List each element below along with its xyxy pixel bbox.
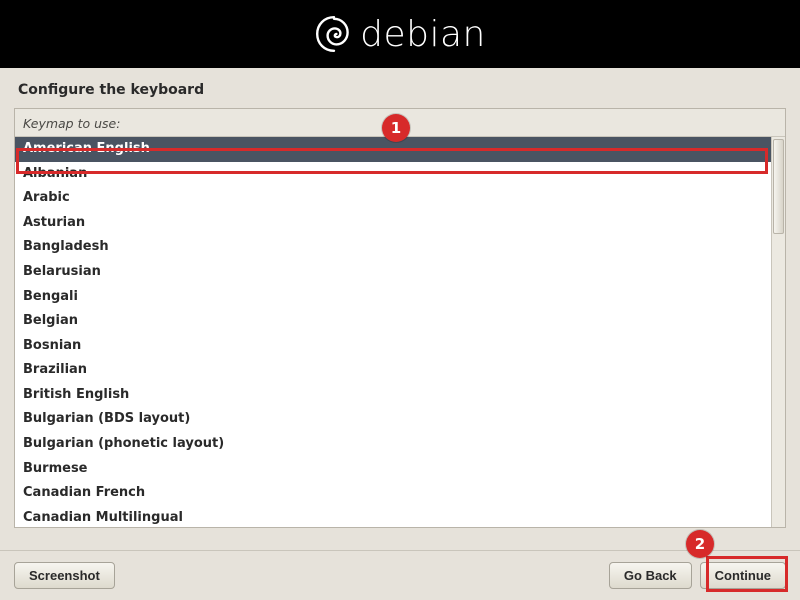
list-item[interactable]: Bengali xyxy=(15,284,771,309)
keymap-list-container: American EnglishAlbanianArabicAsturianBa… xyxy=(15,136,785,527)
list-item[interactable]: Canadian French xyxy=(15,481,771,506)
list-item[interactable]: Albanian xyxy=(15,162,771,187)
scroll-thumb[interactable] xyxy=(773,139,784,234)
list-item[interactable]: British English xyxy=(15,383,771,408)
page-title: Configure the keyboard xyxy=(0,68,800,108)
list-item[interactable]: Bulgarian (phonetic layout) xyxy=(15,432,771,457)
list-item[interactable]: Brazilian xyxy=(15,358,771,383)
continue-button[interactable]: Continue xyxy=(700,562,786,589)
list-item[interactable]: Canadian Multilingual xyxy=(15,505,771,527)
brand-text: debian xyxy=(360,14,486,55)
list-item[interactable]: Arabic xyxy=(15,186,771,211)
list-item[interactable]: Belgian xyxy=(15,309,771,334)
go-back-button[interactable]: Go Back xyxy=(609,562,692,589)
annotation-callout-1: 1 xyxy=(382,114,410,142)
list-item[interactable]: Bosnian xyxy=(15,334,771,359)
list-item[interactable]: Bangladesh xyxy=(15,235,771,260)
keymap-list[interactable]: American EnglishAlbanianArabicAsturianBa… xyxy=(15,137,771,527)
list-item[interactable]: Belarusian xyxy=(15,260,771,285)
header-banner: debian xyxy=(0,0,800,68)
debian-swirl-icon xyxy=(314,14,354,54)
screenshot-button[interactable]: Screenshot xyxy=(14,562,115,589)
scrollbar[interactable] xyxy=(771,137,785,527)
keymap-panel: Keymap to use: American EnglishAlbanianA… xyxy=(14,108,786,528)
footer-bar: Screenshot Go Back Continue xyxy=(0,550,800,600)
list-item[interactable]: Asturian xyxy=(15,211,771,236)
list-item[interactable]: Burmese xyxy=(15,456,771,481)
list-item[interactable]: Bulgarian (BDS layout) xyxy=(15,407,771,432)
annotation-callout-2: 2 xyxy=(686,530,714,558)
